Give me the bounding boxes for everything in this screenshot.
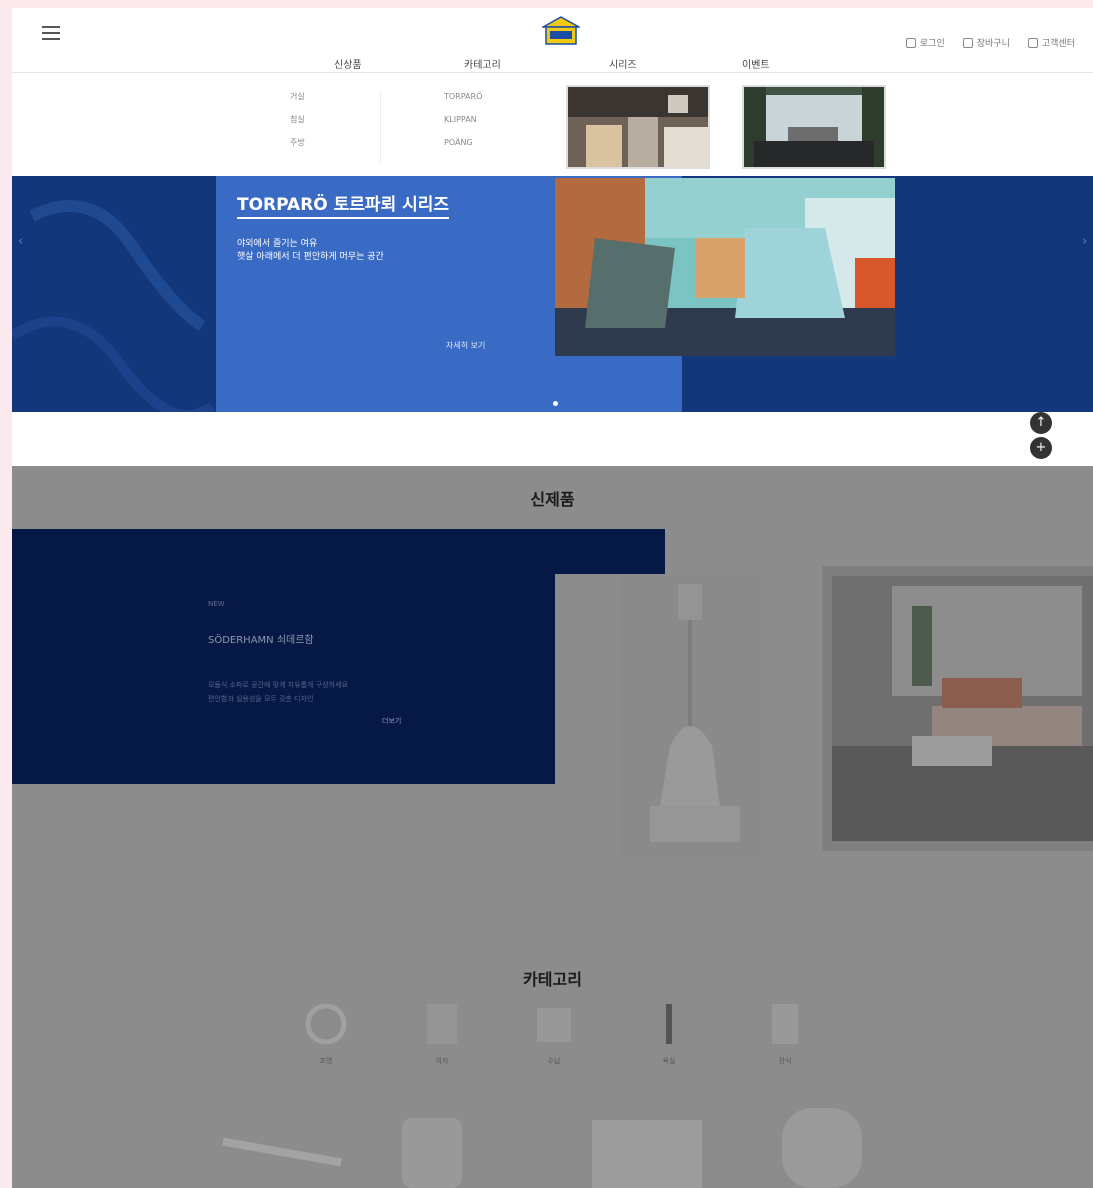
mega-col-series: TORPARÖ KLIPPAN POÄNG: [444, 85, 482, 154]
lamp-icon: [305, 1003, 347, 1045]
mega-item[interactable]: 침실: [290, 108, 305, 131]
mega-menu: 거실 침실 주방 TORPARÖ KLIPPAN POÄNG: [12, 73, 1093, 175]
hero-more-link[interactable]: 자세히 보기: [446, 340, 485, 351]
category-item[interactable]: 의자: [407, 998, 477, 1066]
hero-bg-pattern: [12, 200, 215, 412]
menu-thumbnail-terrace[interactable]: [742, 85, 886, 169]
hero-pagination-dot[interactable]: [553, 401, 558, 406]
mega-item[interactable]: TORPARÖ: [444, 85, 482, 108]
hero-subtitle: 야외에서 즐기는 여유 햇살 아래에서 더 편안하게 머무는 공간: [237, 238, 384, 264]
mega-col-rooms: 거실 침실 주방: [290, 85, 305, 154]
cart-icon: [962, 37, 973, 48]
new-product-desc-line1: 모듈식 소파로 공간에 맞게 자유롭게 구성하세요: [208, 681, 348, 689]
nav-category[interactable]: 카테고리: [464, 56, 501, 71]
mega-item[interactable]: 주방: [290, 131, 305, 154]
product-lamp-image[interactable]: [620, 576, 760, 856]
category-products-row: [222, 1108, 862, 1188]
storage-icon: [537, 1008, 571, 1042]
category-item[interactable]: 장식: [750, 998, 820, 1066]
menu-thumbnail-kitchen[interactable]: [566, 85, 710, 169]
category-item[interactable]: 조명: [291, 998, 361, 1066]
hero-prev-arrow[interactable]: ‹: [18, 234, 23, 249]
plus-icon[interactable]: +: [1030, 437, 1052, 459]
arrow-up-icon[interactable]: ↑: [1030, 412, 1052, 434]
header-utilities: 로그인 장바구니 고객센터: [905, 36, 1075, 49]
new-product-name: SÖDERHAMN 쇠데르함: [208, 635, 314, 646]
new-product-desc-line2: 편안함과 실용성을 모두 갖춘 디자인: [208, 695, 314, 703]
category-label: 욕실: [662, 1057, 676, 1065]
page-frame: 로그인 장바구니 고객센터 신상품 카테고리 시리즈 이벤트 거실 침실 주방 …: [12, 8, 1093, 1188]
login-label: 로그인: [919, 39, 945, 49]
hero-next-arrow[interactable]: ›: [1082, 234, 1087, 249]
category-label: 의자: [435, 1057, 449, 1065]
support-label: 고객센터: [1041, 39, 1075, 49]
hero-subtitle-line2: 햇살 아래에서 더 편안하게 머무는 공간: [237, 252, 384, 262]
new-products-card: NEW SÖDERHAMN 쇠데르함 모듈식 소파로 공간에 맞게 자유롭게 구…: [12, 574, 555, 784]
new-products-band: [12, 529, 665, 574]
mega-item[interactable]: POÄNG: [444, 131, 482, 154]
category-label: 조명: [319, 1057, 333, 1065]
cart-link[interactable]: 장바구니: [962, 36, 1010, 49]
categories-title: 카테고리: [523, 970, 582, 989]
headset-icon: [1027, 37, 1038, 48]
category-item[interactable]: 욕실: [634, 998, 704, 1066]
nav-series[interactable]: 시리즈: [609, 56, 637, 71]
support-link[interactable]: 고객센터: [1027, 36, 1075, 49]
product-living-room-image[interactable]: [822, 566, 1093, 851]
new-products-title: 신제품: [530, 490, 575, 509]
category-label: 수납: [547, 1057, 561, 1065]
category-label: 장식: [778, 1057, 792, 1065]
new-product-more-button[interactable]: 더보기: [382, 716, 401, 726]
user-icon: [905, 37, 916, 48]
bath-icon: [666, 1004, 672, 1044]
house-logo-icon[interactable]: [542, 16, 580, 46]
mega-item[interactable]: 거실: [290, 85, 305, 108]
new-label: NEW: [208, 600, 225, 608]
chair-icon: [427, 1004, 457, 1044]
category-item[interactable]: 수납: [519, 998, 589, 1066]
hero-photo: [555, 178, 895, 356]
hero-banner: ‹ TORPARÖ 토르파뢰 시리즈 야외에서 즐기는 여유 햇살 아래에서 더…: [12, 176, 1093, 412]
decor-icon: [772, 1004, 798, 1044]
cart-label: 장바구니: [976, 39, 1010, 49]
site-header: 로그인 장바구니 고객센터 신상품 카테고리 시리즈 이벤트: [12, 8, 1093, 73]
login-link[interactable]: 로그인: [905, 36, 945, 49]
hero-title: TORPARÖ 토르파뢰 시리즈: [237, 190, 450, 219]
hero-subtitle-line1: 야외에서 즐기는 여유: [237, 239, 318, 249]
new-product-desc: 모듈식 소파로 공간에 맞게 자유롭게 구성하세요 편안함과 실용성을 모두 갖…: [208, 678, 348, 706]
main-nav: 신상품 카테고리 시리즈 이벤트: [12, 52, 1093, 72]
nav-new[interactable]: 신상품: [334, 56, 362, 71]
nav-event[interactable]: 이벤트: [742, 56, 770, 71]
hamburger-icon[interactable]: [42, 26, 60, 40]
mega-item[interactable]: KLIPPAN: [444, 108, 482, 131]
divider: [380, 91, 381, 163]
dimmed-content: 신제품 NEW SÖDERHAMN 쇠데르함 모듈식 소파로 공간에 맞게 자유…: [12, 466, 1093, 1188]
